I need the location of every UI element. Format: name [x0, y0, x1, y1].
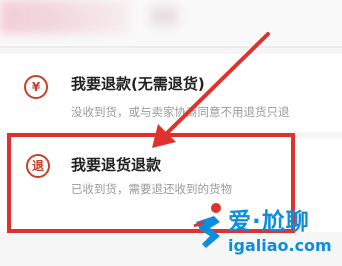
watermark-title: 爱·尬聊	[228, 209, 310, 235]
watermark: 爱·尬聊 igaliao.com	[192, 196, 338, 262]
watermark-url: igaliao.com	[228, 236, 332, 255]
runner-logo-icon	[193, 203, 221, 248]
